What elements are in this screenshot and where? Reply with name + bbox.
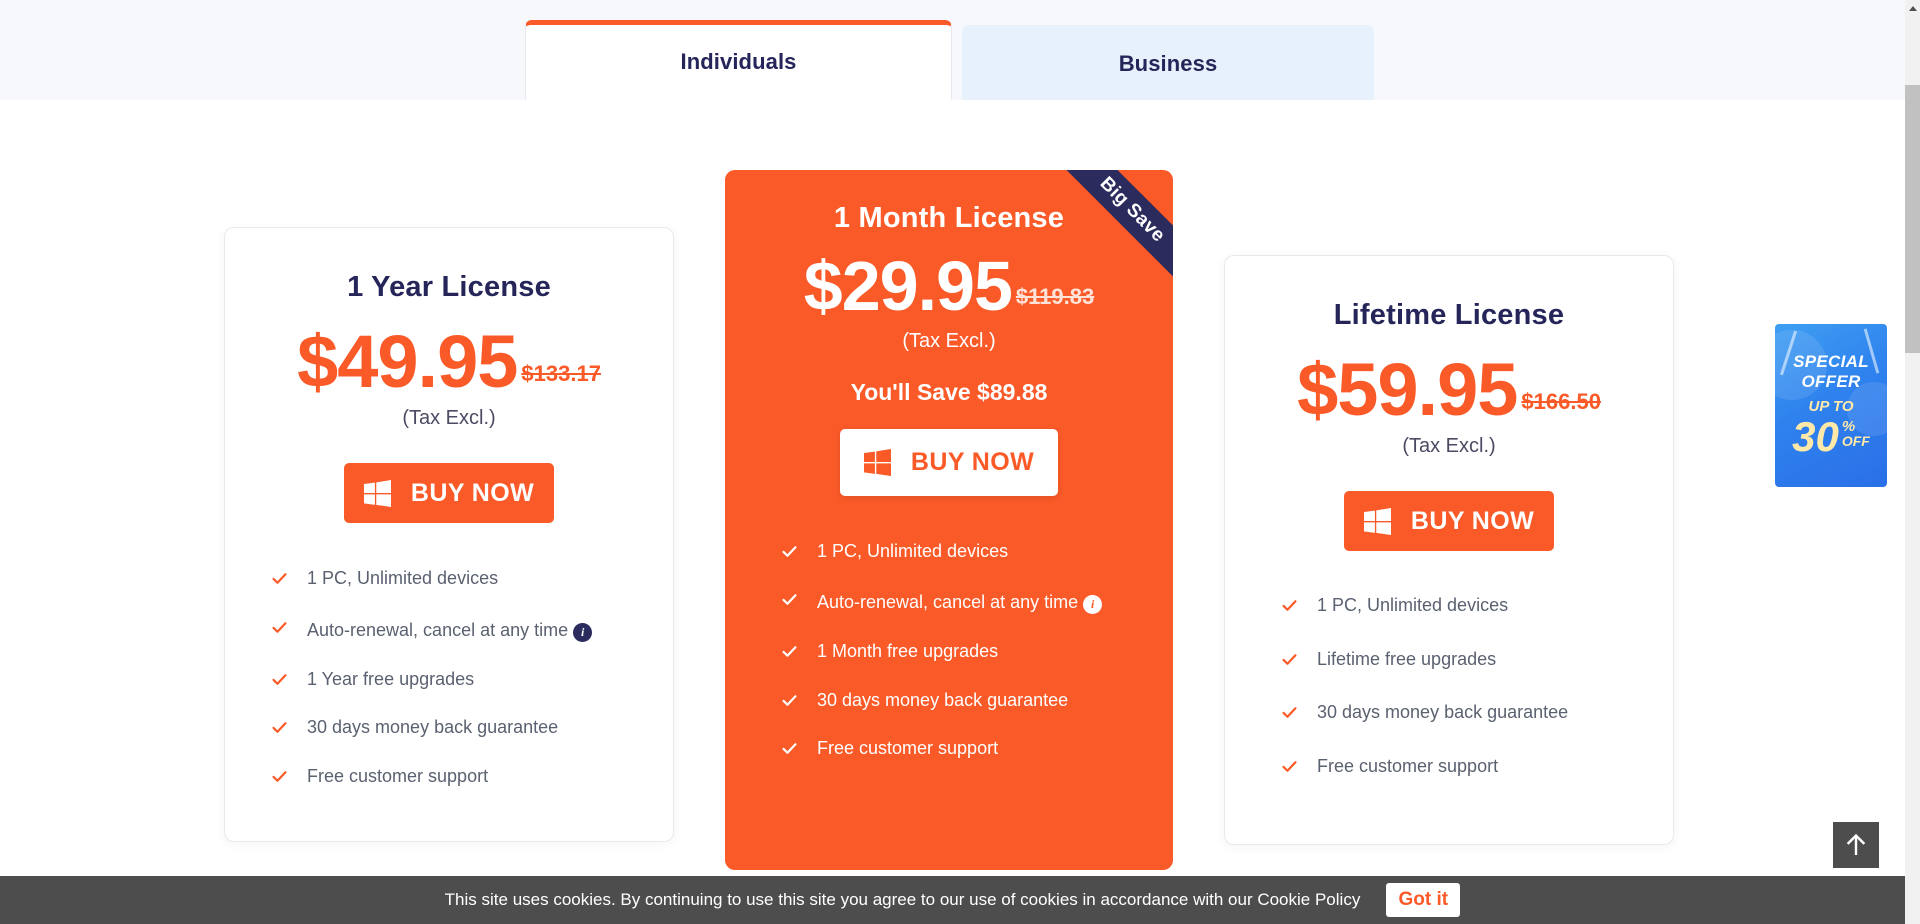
ribbon-label: Big Save [1095,172,1170,247]
info-icon[interactable]: i [1083,595,1103,614]
list-item: 1 PC, Unlimited devices [781,540,1173,563]
feature-text: 1 Year free upgrades [307,668,475,689]
check-icon [782,545,797,557]
page-scrollbar[interactable] [1905,0,1920,924]
feature-text: 1 PC, Unlimited devices [307,568,499,589]
scrollbar-thumb[interactable] [1905,85,1920,353]
feature-text: 1 PC, Unlimited devices [1317,595,1509,616]
tab-business[interactable]: Business [962,25,1374,103]
check-icon [272,621,287,633]
cookie-accept-button[interactable]: Got it [1386,883,1461,917]
special-offer-title: SPECIAL OFFER [1775,352,1887,391]
feature-text: 30 days money back guarantee [817,689,1069,710]
scroll-to-top-button[interactable] [1833,822,1879,868]
plan-price: $59.95 [1297,348,1518,431]
feature-text: Free customer support [817,738,999,758]
check-icon [272,770,287,782]
list-item: Free customer support [271,765,673,788]
feature-text: Lifetime free upgrades [1317,648,1497,669]
plan-card-one-month[interactable]: Big Save 1 Month License $29.95 $119.83 … [725,170,1173,870]
plan-tax-note: (Tax Excl.) [402,407,496,430]
check-icon [1282,760,1297,772]
special-offer-percent: % [1841,418,1856,435]
feature-text: Auto-renewal, cancel at any time [307,619,569,640]
feature-list: 1 PC, Unlimited devices Auto-renewal, ca… [271,567,673,787]
list-item: 1 Year free upgrades [271,668,673,691]
special-offer-line2: OFFER [1801,371,1861,391]
plan-old-price: $119.83 [1015,283,1095,309]
check-icon [782,694,797,706]
plan-tax-note: (Tax Excl.) [902,329,996,352]
check-icon [1282,707,1297,719]
feature-text: Free customer support [307,765,489,786]
plan-old-price: $133.17 [521,361,601,387]
check-icon [1282,600,1297,612]
list-item: 30 days money back guarantee [1281,701,1673,724]
feature-text: 1 PC, Unlimited devices [817,540,1009,561]
list-item: 1 PC, Unlimited devices [1281,594,1673,617]
tab-business-label: Business [1118,51,1218,76]
check-icon [1282,653,1297,665]
plan-audience-tabs: Individuals Business [0,0,1905,103]
plan-title: 1 Year License [347,271,551,303]
buy-now-button-lifetime[interactable]: BUY NOW [1344,491,1554,552]
plan-title: Lifetime License [1333,299,1565,331]
check-icon [782,646,797,657]
special-offer-off: OFF [1841,433,1870,449]
list-item: 1 PC, Unlimited devices [271,567,673,590]
list-item: 30 days money back guarantee [271,716,673,739]
buy-now-button-one-month[interactable]: BUY NOW [840,428,1058,496]
plan-tax-note: (Tax Excl.) [1402,435,1496,458]
list-item: Auto-renewal, cancel at any time i [781,588,1173,614]
feature-text: Free customer support [1317,755,1499,776]
list-item: Free customer support [781,737,1173,760]
list-item: Auto-renewal, cancel at any time i [271,616,673,642]
special-offer-discount: 30 % OFF [1775,416,1887,458]
check-icon [272,673,287,685]
plan-price: $29.95 [803,247,1013,325]
buy-now-label: BUY NOW [1410,506,1535,535]
scrollbar-up-arrow-icon[interactable] [1909,6,1917,11]
cookie-message: This site uses cookies. By continuing to… [444,890,1361,909]
special-offer-number: 30 [1792,413,1839,460]
check-icon [782,594,797,605]
list-item: Lifetime free upgrades [1281,648,1673,671]
arrow-up-icon [1846,833,1866,855]
windows-icon [1363,507,1391,535]
plan-price: $49.95 [297,320,518,403]
plan-card-lifetime[interactable]: Lifetime License $59.95 $166.50 (Tax Exc… [1224,255,1674,845]
tab-individuals-label: Individuals [680,48,797,74]
feature-list: 1 PC, Unlimited devices Auto-renewal, ca… [781,540,1173,760]
pricing-page: Individuals Business 1 Year License $49.… [0,0,1920,924]
special-offer-badge[interactable]: SPECIAL OFFER UP TO 30 % OFF [1775,324,1887,487]
plan-savings: You'll Save $89.88 [850,378,1048,405]
plan-card-one-year[interactable]: 1 Year License $49.95 $133.17 (Tax Excl.… [224,227,674,842]
pricing-cards: 1 Year License $49.95 $133.17 (Tax Excl.… [0,100,1905,880]
feature-text: 30 days money back guarantee [307,717,559,738]
feature-text: 1 Month free upgrades [817,641,999,661]
buy-now-label: BUY NOW [410,478,535,507]
feature-text: Auto-renewal, cancel at any time [817,592,1079,612]
tab-individuals[interactable]: Individuals [525,20,952,102]
check-icon [272,722,287,734]
plan-old-price: $166.50 [1521,389,1601,415]
special-offer-line1: SPECIAL [1793,352,1869,371]
check-icon [782,743,797,754]
buy-now-label: BUY NOW [910,447,1035,476]
windows-icon [863,448,891,476]
list-item: 30 days money back guarantee [781,689,1173,712]
feature-text: 30 days money back guarantee [1317,702,1569,723]
cookie-consent-bar: This site uses cookies. By continuing to… [0,876,1905,924]
windows-icon [363,479,391,507]
feature-list: 1 PC, Unlimited devices Lifetime free up… [1281,594,1673,777]
check-icon [272,573,287,585]
list-item: Free customer support [1281,755,1673,778]
list-item: 1 Month free upgrades [781,640,1173,663]
info-icon[interactable]: i [573,622,593,642]
buy-now-button-one-year[interactable]: BUY NOW [344,463,554,524]
